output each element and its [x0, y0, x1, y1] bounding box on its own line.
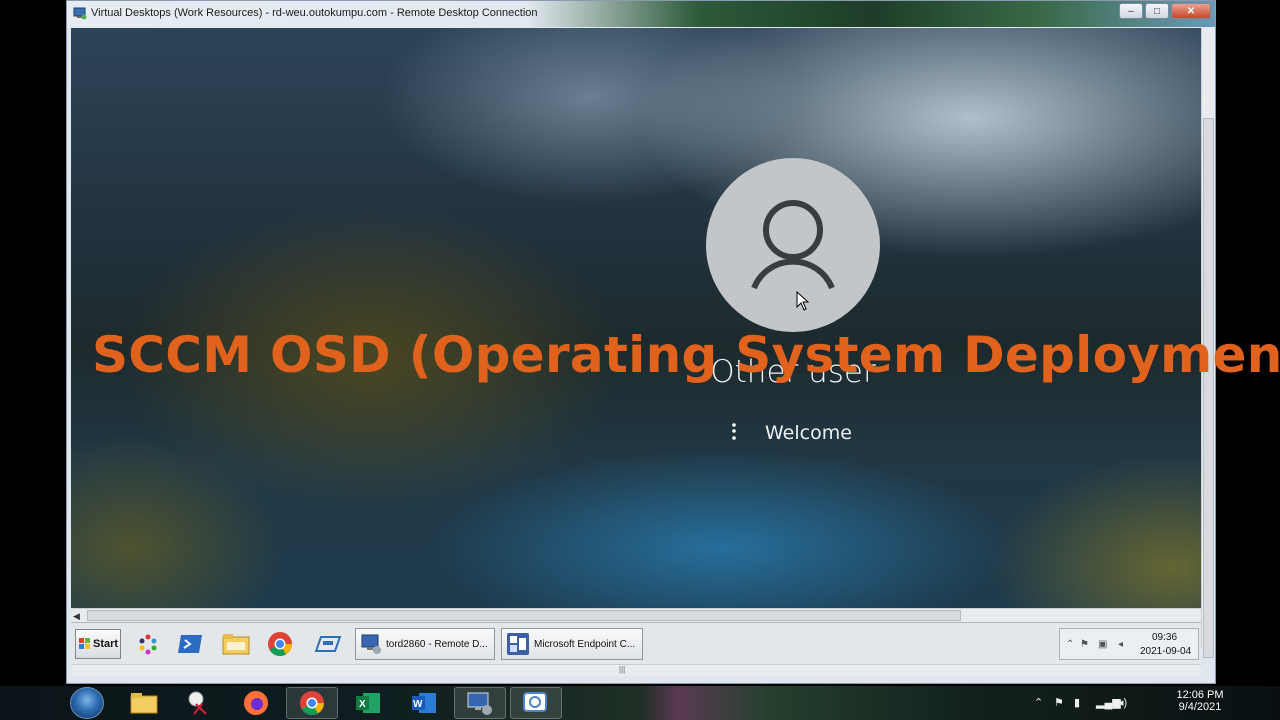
loading-spinner-icon	[732, 423, 736, 440]
host-date: 9/4/2021	[1178, 701, 1222, 713]
minimize-button[interactable]: ‒	[1119, 3, 1143, 19]
screen: Virtual Desktops (Work Resources) - rd-w…	[0, 0, 1280, 720]
chrome-icon[interactable]	[265, 629, 295, 659]
host-time: 12:06 PM	[1176, 689, 1224, 701]
host-taskbar: X W ⌃ ⚑ ▮ ▂▄▆ ◂) 12:06 PM 9/4/2021	[0, 686, 1280, 720]
network-icon[interactable]: ▣	[1098, 639, 1107, 650]
remote-desktop-icon[interactable]	[454, 687, 506, 719]
chrome-icon[interactable]	[286, 687, 338, 719]
video-title-overlay: SCCM OSD (Operating System Deployment)	[92, 326, 1280, 384]
vertical-scroll-thumb[interactable]	[1203, 118, 1214, 658]
welcome-status: Welcome	[765, 422, 852, 444]
windows-start-orb-icon[interactable]	[70, 687, 104, 719]
task-label: tord2860 - Remote D...	[386, 638, 488, 650]
snipping-tool-icon[interactable]	[174, 687, 226, 719]
svg-text:X: X	[359, 699, 366, 710]
excel-icon[interactable]: X	[342, 687, 394, 719]
remote-desktop-icon	[361, 634, 381, 654]
svg-text:W: W	[413, 699, 423, 710]
letterbox-left	[0, 0, 66, 686]
show-hidden-icons-icon[interactable]: ⌃	[1034, 696, 1043, 709]
task-label: Microsoft Endpoint C...	[534, 638, 636, 650]
folder-icon[interactable]	[221, 629, 251, 659]
maximize-button[interactable]: □	[1145, 3, 1169, 19]
start-button[interactable]: Start	[75, 629, 121, 659]
tray-date[interactable]: 2021-09-04	[1140, 646, 1191, 657]
user-icon	[751, 200, 835, 290]
remote-lock-screen[interactable]: Other user Welcome	[71, 28, 1201, 608]
explorer-icon[interactable]	[118, 687, 170, 719]
task-remote-desktop[interactable]: tord2860 - Remote D...	[355, 628, 495, 660]
window-title: Virtual Desktops (Work Resources) - rd-w…	[91, 7, 538, 19]
word-icon[interactable]: W	[398, 687, 450, 719]
show-hidden-icons-icon[interactable]: ⌃	[1066, 639, 1074, 650]
action-center-flag-icon[interactable]: ⚑	[1054, 696, 1064, 709]
scroll-grip-icon: |||	[619, 665, 626, 674]
volume-icon[interactable]: ◂	[1118, 639, 1123, 650]
citrix-icon[interactable]	[510, 687, 562, 719]
system-tray: ⌃ ⚑ ▣ ◂ 09:36 2021-09-04	[1059, 628, 1199, 660]
title-bar[interactable]: Virtual Desktops (Work Resources) - rd-w…	[67, 1, 1215, 27]
tray-time[interactable]: 09:36	[1152, 632, 1177, 643]
host-clock[interactable]: 12:06 PM 9/4/2021	[1170, 689, 1230, 713]
powershell-icon[interactable]	[175, 629, 205, 659]
window-controls: ‒ □ ✕	[1119, 3, 1211, 19]
remote-desktop-icon	[73, 7, 87, 20]
mouse-cursor-icon	[796, 291, 810, 311]
bottom-scrollbar[interactable]: |||	[71, 664, 1201, 676]
horizontal-scrollbar[interactable]: ◀	[71, 608, 1201, 622]
remote-taskbar: Start tord2860 - Remote D... Microsoft E…	[71, 622, 1201, 664]
flag-icon[interactable]: ⚑	[1080, 639, 1089, 650]
horizontal-scroll-thumb[interactable]	[87, 610, 961, 621]
power-icon[interactable]: ▮	[1074, 696, 1080, 709]
server-manager-icon[interactable]	[313, 629, 343, 659]
start-label: Start	[93, 638, 119, 650]
firefox-icon[interactable]	[230, 687, 282, 719]
task-endpoint-manager[interactable]: Microsoft Endpoint C...	[501, 628, 643, 660]
close-button[interactable]: ✕	[1171, 3, 1211, 19]
endpoint-manager-icon	[507, 633, 529, 655]
paint-icon[interactable]	[133, 629, 163, 659]
scroll-left-arrow-icon[interactable]: ◀	[73, 611, 80, 622]
volume-icon[interactable]: ◂)	[1118, 696, 1127, 709]
user-avatar[interactable]	[706, 158, 880, 332]
windows-logo-icon	[79, 638, 90, 649]
signal-icon[interactable]: ▂▄▆	[1096, 696, 1121, 709]
